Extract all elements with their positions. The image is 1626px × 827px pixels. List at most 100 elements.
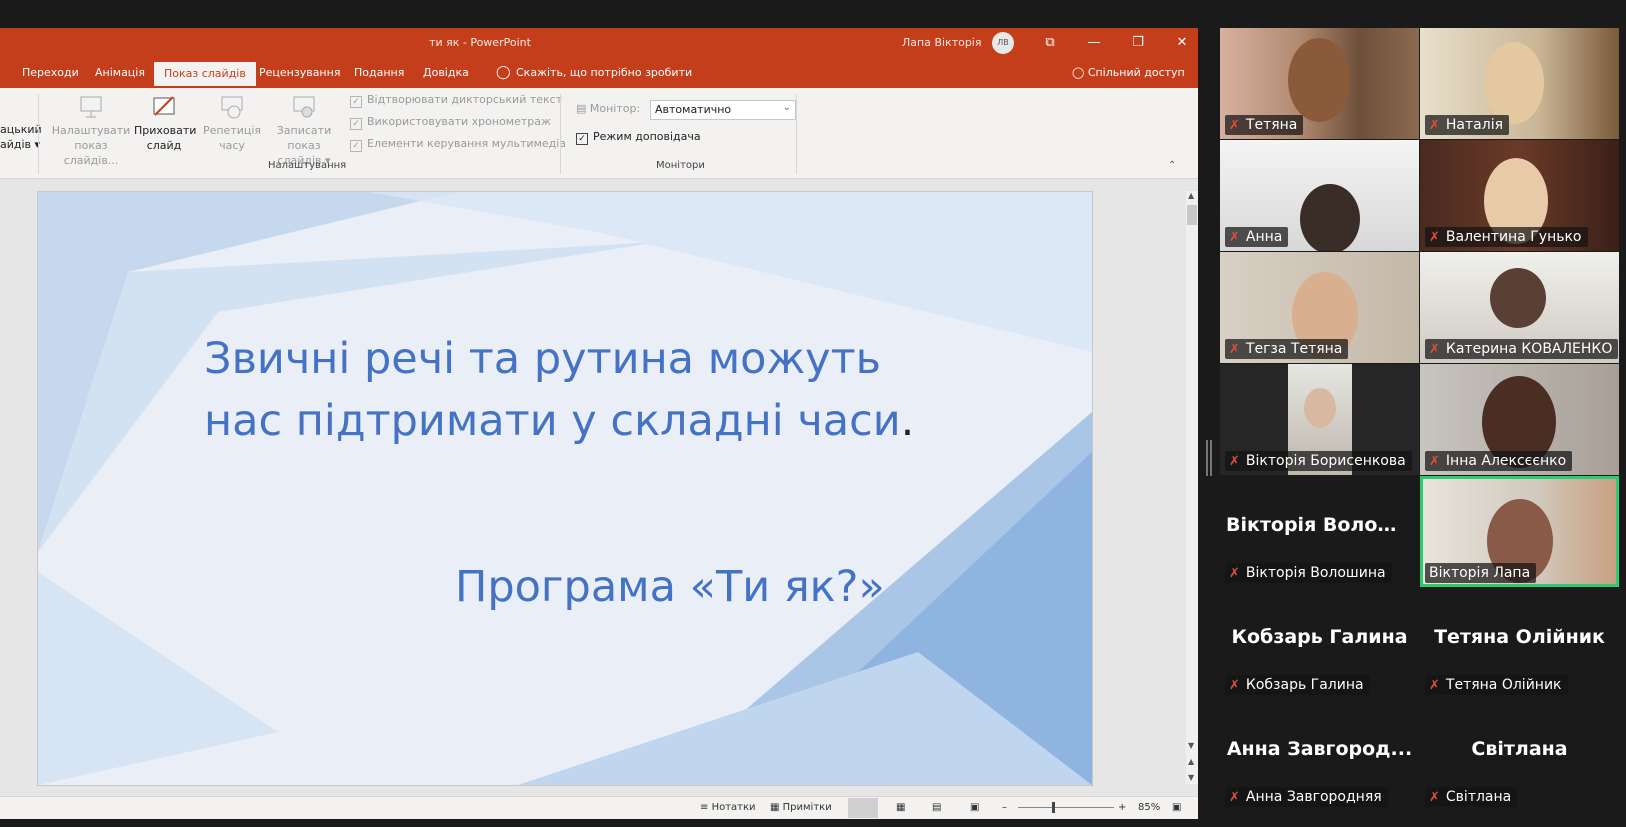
mic-muted-icon: ✗ — [1229, 678, 1240, 693]
comments-button[interactable]: ▦ Примітки — [770, 802, 832, 813]
checkbox-narration[interactable]: ✓ Відтворювати дикторський текст — [350, 93, 562, 108]
slideshow-icon[interactable]: ▣ — [970, 802, 979, 813]
participant-tile[interactable]: ✗ Тетяна — [1220, 28, 1419, 139]
hide-slide-icon — [153, 96, 175, 116]
next-slide-icon[interactable]: ▼ — [1188, 773, 1194, 782]
monitor-dropdown[interactable]: Автоматично ⌄ — [650, 100, 796, 120]
collapse-ribbon-icon[interactable]: ⌃ — [1168, 160, 1176, 171]
slide-sorter-icon[interactable]: ▦ — [896, 802, 905, 813]
close-icon[interactable]: ✕ — [1160, 28, 1198, 58]
record-line1: Записати показ — [276, 124, 332, 152]
monitor-icon: ▤ — [576, 102, 590, 115]
tab-review[interactable]: Рецензування — [259, 64, 340, 81]
participant-name-text: Інна Алексєєнко — [1445, 453, 1567, 469]
hide-slide-line2: слайд — [146, 139, 182, 152]
ribbon-display-options-icon[interactable]: ⧉ — [1028, 28, 1072, 58]
tab-transitions[interactable]: Переходи — [22, 64, 79, 81]
fit-to-window-icon[interactable]: ▣ — [1172, 802, 1181, 813]
group-label-setup: Налаштування — [268, 160, 347, 171]
participant-tile[interactable]: ✗ Анна — [1220, 140, 1419, 251]
participant-tile[interactable]: ✗ Наталія — [1420, 28, 1619, 139]
restore-icon[interactable]: ❐ — [1116, 28, 1160, 58]
participant-name: ✗ Світлана — [1425, 787, 1518, 807]
checkbox-media-controls[interactable]: ✓ Елементи керування мультимедіа — [350, 137, 566, 152]
divider — [560, 94, 561, 174]
video-feed — [1484, 42, 1544, 124]
participant-tile[interactable]: ✗ Катерина КОВАЛЕНКО — [1420, 252, 1619, 363]
setup-slideshow-icon — [80, 96, 102, 118]
setup-slideshow-button[interactable]: Налаштувати показ слайдів... — [48, 94, 134, 168]
mic-muted-icon: ✗ — [1229, 118, 1240, 133]
hide-slide-button[interactable]: Приховати слайд — [134, 94, 196, 153]
partial-button[interactable]: ацький айдів ▾ — [0, 122, 42, 152]
zoom-slider[interactable] — [1018, 807, 1114, 808]
checkbox-timings[interactable]: ✓ Використовувати хронометраж — [350, 115, 551, 130]
participant-name: ✗ Вікторія Борисенкова — [1225, 451, 1412, 471]
slide-period: . — [900, 396, 915, 446]
participant-tile[interactable]: Світлана ✗ Світлана — [1420, 700, 1619, 811]
scroll-thumb[interactable] — [1187, 205, 1197, 225]
checkbox-presenter-view[interactable]: ✓ Режим доповідача — [576, 130, 701, 145]
title-bar: ти як - PowerPoint Лапа Вікторія ЛВ ⧉ — … — [0, 28, 1198, 58]
zoom-in-icon[interactable]: + — [1118, 802, 1126, 813]
setup-slideshow-line1: Налаштувати — [51, 124, 131, 137]
divider — [38, 94, 39, 174]
tab-view[interactable]: Подання — [354, 64, 404, 81]
participant-name: ✗ Тетяна — [1225, 115, 1304, 135]
active-speaker-tile[interactable]: Вікторія Лапа — [1420, 476, 1619, 587]
avatar[interactable]: ЛВ — [992, 32, 1014, 54]
participant-name-text: Тетяна — [1245, 117, 1298, 133]
tell-me-search[interactable]: Скажіть, що потрібно зробити — [516, 64, 692, 81]
share-button[interactable]: ◯ Спільний доступ — [1072, 66, 1185, 79]
participant-name: ✗ Наталія — [1425, 115, 1510, 135]
share-label: Спільний доступ — [1087, 66, 1185, 79]
scroll-down-icon[interactable]: ▼ — [1188, 741, 1194, 750]
zoom-out-icon[interactable]: – — [1002, 802, 1007, 813]
partial-button-line2: айдів ▾ — [0, 138, 41, 151]
tab-slideshow[interactable]: Показ слайдів — [154, 62, 256, 86]
account-name[interactable]: Лапа Вікторія — [902, 36, 981, 49]
setup-slideshow-line2: показ слайдів... — [63, 139, 119, 167]
participant-tile[interactable]: Вікторія Волош... ✗ Вікторія Волошина — [1220, 476, 1419, 587]
person-icon: ◯ — [1072, 66, 1088, 79]
tab-animations[interactable]: Анімація — [95, 64, 145, 81]
participant-name-text: Кобзарь Галина — [1245, 677, 1364, 693]
powerpoint-window: ти як - PowerPoint Лапа Вікторія ЛВ ⧉ — … — [0, 28, 1198, 819]
rehearse-timings-button[interactable]: Репетиція часу — [202, 94, 262, 153]
tab-help[interactable]: Довідка — [423, 64, 469, 81]
participant-name-text: Вікторія Лапа — [1429, 565, 1531, 581]
zoom-slider-thumb[interactable] — [1052, 802, 1055, 813]
participant-tile[interactable]: Кобзарь Галина ✗ Кобзарь Галина — [1220, 588, 1419, 699]
participant-tile[interactable]: ✗ Інна Алексєєнко — [1420, 364, 1619, 475]
vertical-scrollbar[interactable]: ▲ ▼ ▲ ▼ — [1186, 191, 1198, 784]
slide-line-2: нас підтримати у складні часи — [204, 396, 901, 446]
participant-tile[interactable]: Анна Завгород... ✗ Анна Завгородняя — [1220, 700, 1419, 811]
notes-button[interactable]: ≡ Нотатки — [700, 802, 756, 813]
slide-subtitle: Програма «Ти як?» — [455, 562, 885, 612]
previous-slide-icon[interactable]: ▲ — [1188, 757, 1194, 766]
participant-tile[interactable]: ✗ Тегза Тетяна — [1220, 252, 1419, 363]
divider — [796, 94, 797, 174]
record-icon — [293, 96, 315, 118]
panel-resize-handle[interactable] — [1206, 440, 1212, 476]
participant-name-text: Валентина Гунько — [1445, 229, 1582, 245]
comment-icon: ▦ — [770, 802, 783, 813]
participant-name-text: Анна — [1245, 229, 1283, 245]
record-slideshow-button[interactable]: Записати показ слайдів ▾ — [262, 94, 346, 168]
scroll-up-icon[interactable]: ▲ — [1188, 191, 1194, 200]
normal-view-icon[interactable] — [848, 798, 878, 818]
participant-tile[interactable]: ✗ Валентина Гунько — [1420, 140, 1619, 251]
participant-display-name: Тетяна Олійник — [1434, 626, 1605, 648]
reading-view-icon[interactable]: ▤ — [932, 802, 941, 813]
zoom-level[interactable]: 85% — [1138, 802, 1160, 813]
group-label-monitors: Монітори — [656, 160, 705, 171]
participant-tile[interactable]: ✗ Вікторія Борисенкова — [1220, 364, 1419, 475]
participant-name-text: Анна Завгородняя — [1245, 789, 1382, 805]
participant-name-text: Світлана — [1445, 789, 1512, 805]
participant-name: ✗ Кобзарь Галина — [1225, 675, 1370, 695]
slide[interactable]: Звичні речі та рутина можуть нас підтрим… — [37, 191, 1093, 786]
minimize-icon[interactable]: — — [1072, 28, 1116, 58]
mic-muted-icon: ✗ — [1429, 678, 1440, 693]
participant-tile[interactable]: Тетяна Олійник ✗ Тетяна Олійник — [1420, 588, 1619, 699]
ribbon: ацький айдів ▾ Налаштувати показ слайдів… — [0, 88, 1198, 179]
